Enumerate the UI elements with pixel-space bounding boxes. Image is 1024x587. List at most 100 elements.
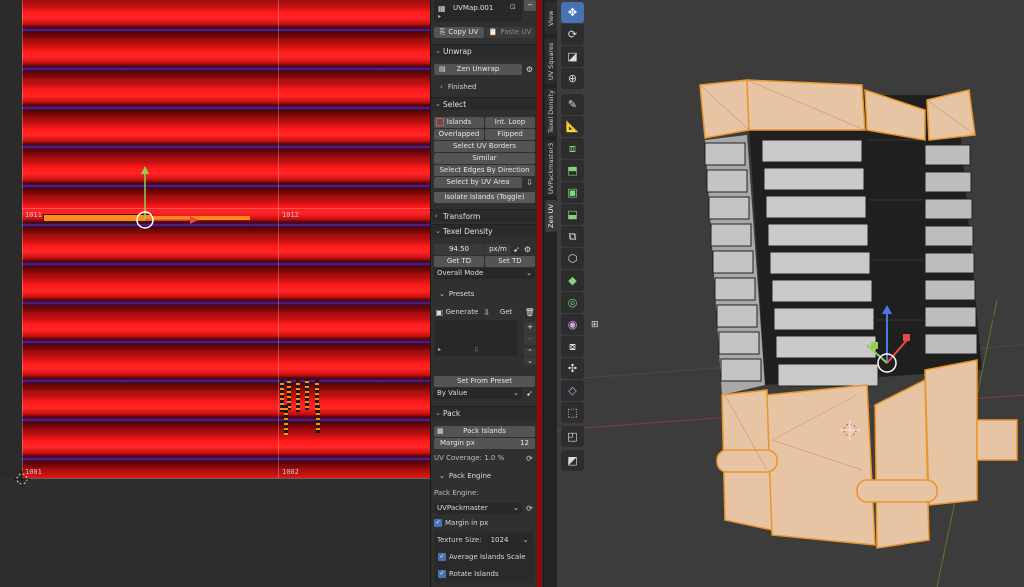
tile-border — [22, 478, 430, 479]
viewport-scene[interactable] — [557, 0, 1024, 587]
select-by-uv-area-button[interactable]: Select by UV Area — [434, 176, 522, 188]
uvmap-list[interactable]: ▦ UVMap.001 ⊡ ▸ — [434, 0, 522, 22]
uv-island[interactable] — [316, 405, 320, 433]
texel-density-panel-header[interactable]: ⌄ Texel Density — [431, 224, 544, 237]
zen-unwrap-button[interactable]: ▤ Zen Unwrap — [434, 63, 522, 75]
texel-unit-dropdown[interactable]: px/m — [485, 243, 511, 255]
transform-panel-header[interactable]: › Transform — [431, 209, 544, 222]
spin-tool-icon[interactable]: ◎ — [561, 292, 584, 313]
bevel-tool-icon[interactable]: ⬓ — [561, 204, 584, 225]
trash-icon[interactable]: 🗑 — [524, 307, 535, 318]
texel-density-value-field[interactable]: 94.50 — [434, 243, 484, 255]
set-from-preset-button[interactable]: Set From Preset — [434, 375, 535, 387]
select-uv-borders-button[interactable]: Select UV Borders — [434, 140, 535, 152]
flipped-button[interactable]: Flipped — [485, 128, 535, 140]
tool-properties-icon[interactable]: ⊞ — [591, 320, 599, 330]
refresh-icon[interactable]: ⟳ — [524, 503, 535, 514]
grip-icon[interactable]: ⠿ — [474, 347, 478, 354]
uv-island[interactable] — [284, 405, 288, 435]
edge-slide-tool-icon[interactable]: ⧇ — [561, 336, 584, 357]
eyedropper-icon[interactable]: ➹ — [511, 244, 522, 255]
camera-icon[interactable]: ⊡ — [510, 3, 516, 11]
paste-uv-button[interactable]: 📋 Paste UV — [485, 26, 535, 38]
presets-subpanel[interactable]: ⌄ Presets — [439, 290, 474, 298]
tab-uvpackmaster3[interactable]: UVPackmaster3 — [545, 140, 557, 196]
select-panel-header[interactable]: ⌄ Select — [431, 97, 544, 110]
measure-tool-icon[interactable]: 📐 — [561, 116, 584, 137]
unwrap-icon: ▤ — [439, 64, 446, 73]
tab-uv-squares[interactable]: UV Squares — [545, 38, 557, 84]
vertex-tool-icon[interactable]: ◩ — [561, 450, 584, 471]
shrink-fatten-tool-icon[interactable]: ✣ — [561, 358, 584, 379]
corner-tool-icon[interactable]: ◰ — [561, 426, 584, 447]
annotate-tool-icon[interactable]: ✎ — [561, 94, 584, 115]
finished-subpanel[interactable]: Finished — [448, 83, 477, 91]
tab-zen-uv[interactable]: Zen UV — [545, 200, 557, 232]
tab-texel-density[interactable]: Texel Density — [545, 88, 557, 136]
chevron-down-icon: ⌄ — [435, 227, 441, 235]
get-preset-button[interactable]: Get — [500, 308, 512, 316]
move-down-icon[interactable]: ⌄ — [524, 357, 536, 365]
pack-engine-dropdown[interactable]: UVPackmaster ⌄ — [434, 502, 522, 514]
transform-tool-icon[interactable]: ⊕ — [561, 68, 584, 89]
refresh-icon[interactable]: ⟳ — [524, 453, 535, 464]
eyedropper-icon[interactable]: ➹ — [524, 388, 535, 399]
poly-build-tool-icon[interactable]: ◆ — [561, 270, 584, 291]
average-islands-scale-label: Average Islands Scale — [449, 553, 526, 561]
pack-islands-button[interactable]: ▦ Pack Islands — [434, 425, 535, 437]
average-islands-scale-checkbox[interactable]: ✓ — [438, 553, 446, 561]
isolate-islands-button[interactable]: Isolate Islands (Toggle) — [434, 191, 535, 203]
select-edges-by-direction-button[interactable]: Select Edges By Direction — [434, 164, 535, 176]
add-preset-button[interactable]: + — [524, 322, 536, 333]
scale-tool-icon[interactable]: ◪ — [561, 46, 584, 67]
uvmap-name[interactable]: UVMap.001 — [453, 4, 493, 12]
3d-viewport[interactable]: ✥ ⟳ ◪ ⊕ ✎ 📐 ⧈ ⬒ ▣ ⬓ ⧉ ⬡ ◆ ◎ ◉ ⧇ ✣ ◇ ⬚ ◰ … — [557, 0, 1024, 587]
uv-empty-area[interactable] — [0, 478, 430, 587]
uv-editor[interactable]: 1011 1012 1001 1002 — [0, 0, 430, 587]
margin-in-px-checkbox[interactable]: ✓ — [434, 519, 442, 527]
set-td-button[interactable]: Set TD — [485, 255, 535, 267]
presets-list[interactable]: ▸ ⠿ — [434, 320, 518, 356]
overlapped-button[interactable]: Overlapped — [434, 128, 484, 140]
knife-tool-icon[interactable]: ⬡ — [561, 248, 584, 269]
get-td-button[interactable]: Get TD — [434, 255, 484, 267]
download-icon[interactable]: ⇩ — [481, 307, 492, 318]
move-up-icon[interactable]: ⌃ — [524, 348, 536, 356]
remove-uvmap-button[interactable]: − — [524, 0, 536, 11]
pack-engine-subpanel[interactable]: ⌄ Pack Engine — [439, 472, 491, 480]
paste-icon: 📋 — [488, 27, 498, 36]
gear-icon[interactable]: ⚙ — [524, 64, 535, 75]
texture-size-dropdown[interactable]: 1024 ⌄ — [487, 534, 532, 546]
unwrap-panel-header[interactable]: ⌄ Unwrap — [431, 44, 544, 57]
rotate-tool-icon[interactable]: ⟳ — [561, 24, 584, 45]
tile-label: 1002 — [282, 468, 299, 476]
remove-preset-button[interactable]: − — [524, 334, 536, 345]
pack-panel-header[interactable]: ⌄ Pack — [431, 406, 544, 419]
move-tool-icon[interactable]: ✥ — [561, 2, 584, 23]
gear-icon[interactable]: ⚙ — [522, 244, 533, 255]
tab-view[interactable]: View — [545, 2, 557, 34]
chevron-down-icon: ⌄ — [522, 535, 529, 544]
chevron-down-icon: ⌄ — [513, 503, 519, 512]
int-loop-button[interactable]: Int. Loop — [485, 116, 535, 128]
copy-uv-button[interactable]: ⎘ Copy UV — [434, 26, 484, 38]
shear-tool-icon[interactable]: ◇ — [561, 380, 584, 401]
move-gizmo[interactable] — [120, 160, 230, 240]
preset-mode-dropdown[interactable]: By Value ⌄ — [434, 387, 522, 399]
inset-tool-icon[interactable]: ▣ — [561, 182, 584, 203]
extrude-tool-icon[interactable]: ⬒ — [561, 160, 584, 181]
chevron-down-icon: ⌄ — [435, 100, 441, 108]
similar-button[interactable]: Similar — [434, 152, 535, 164]
smooth-tool-icon[interactable]: ◉ — [561, 314, 584, 335]
uv-island[interactable] — [305, 378, 309, 410]
download-icon[interactable]: ⇩ — [524, 177, 535, 188]
generate-button[interactable]: Generate — [446, 308, 479, 316]
rip-tool-icon[interactable]: ⬚ — [561, 402, 584, 423]
loop-cut-tool-icon[interactable]: ⧉ — [561, 226, 584, 247]
td-mode-dropdown[interactable]: Overall Mode ⌄ — [434, 267, 535, 279]
margin-px-field[interactable]: Margin px 12 — [434, 437, 535, 449]
rotate-islands-checkbox[interactable]: ✓ — [438, 570, 446, 578]
select-islands-button[interactable]: Islands — [434, 116, 484, 128]
uv-island[interactable] — [296, 380, 300, 412]
add-cube-tool-icon[interactable]: ⧈ — [561, 138, 584, 159]
